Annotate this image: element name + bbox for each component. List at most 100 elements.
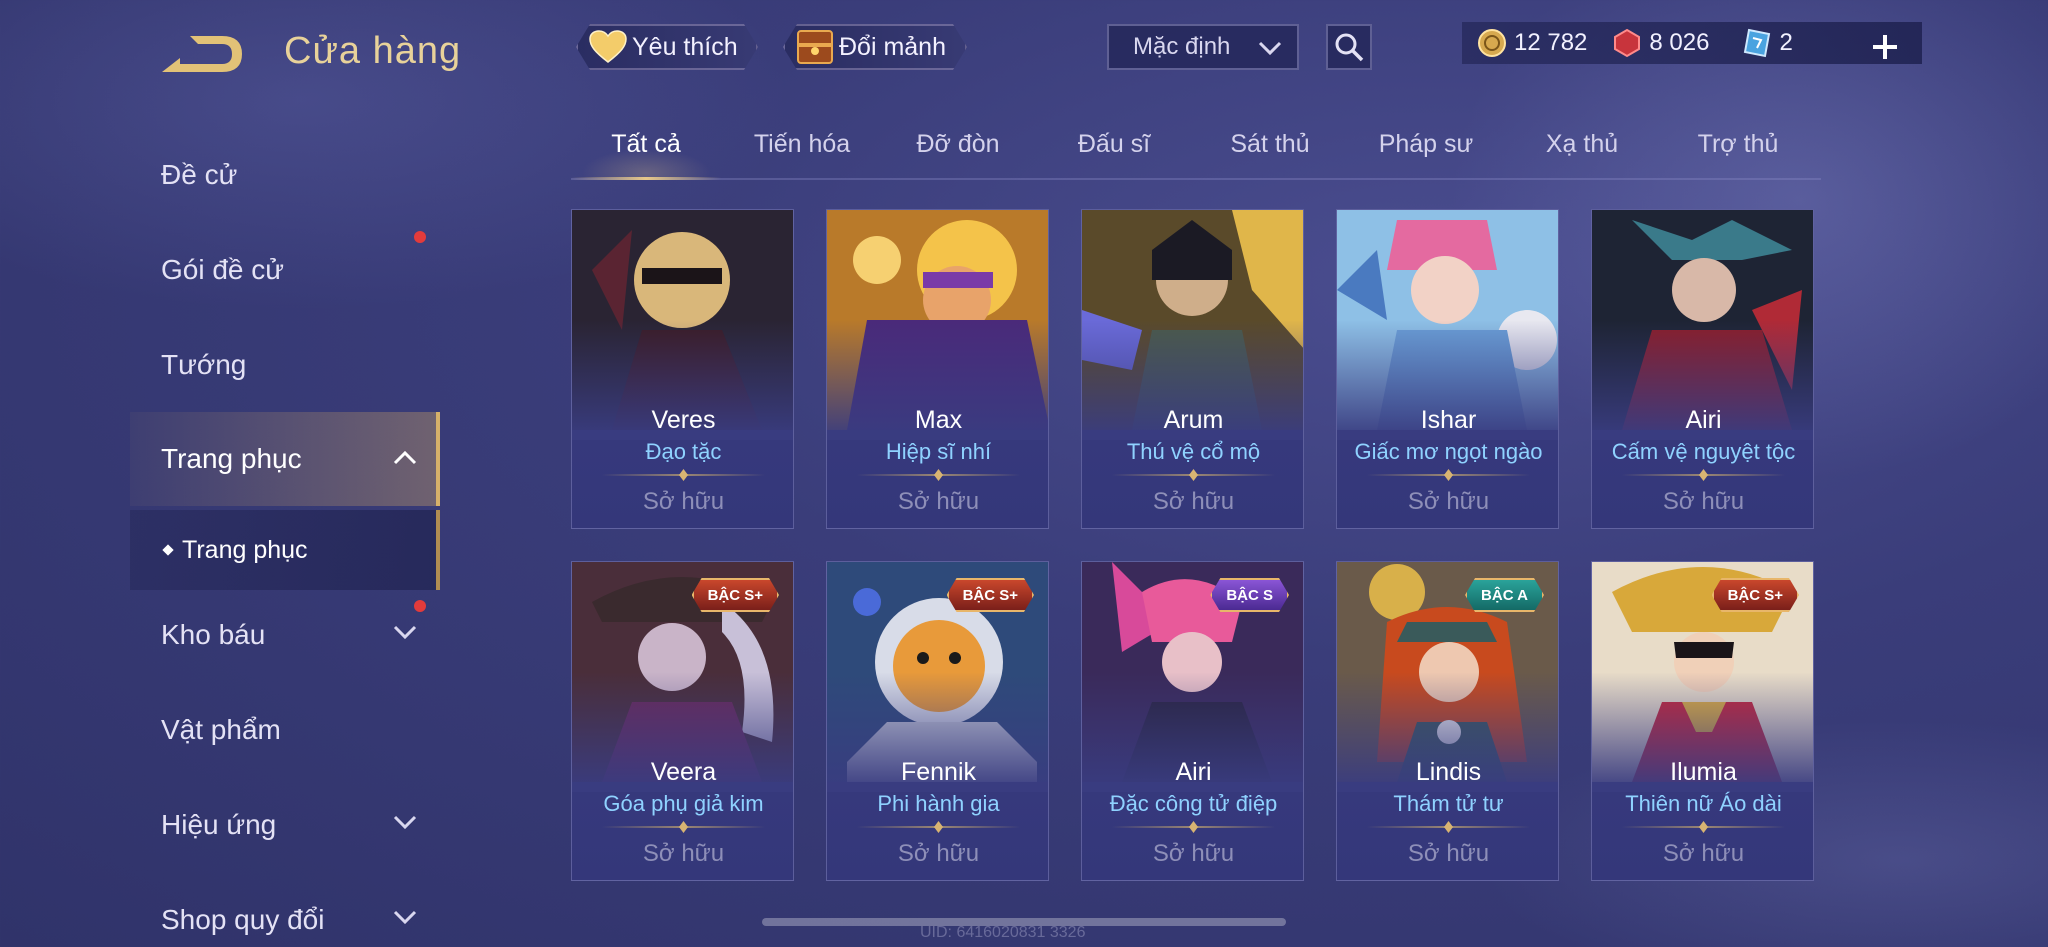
sidebar-item-label: Trang phục [161,443,302,474]
sidebar-subitem-label: Trang phục [182,535,308,564]
divider-gem [1444,821,1453,833]
sidebar-item-treasure[interactable]: Kho báu [0,600,440,670]
tier-badge: BẬC A [1465,578,1544,612]
owned-status: Sở hữu [1662,840,1745,867]
red-gem-currency: 8 026 [1611,27,1709,59]
notification-dot [414,600,426,612]
tab-fighter[interactable]: Đấu sĩ [1039,130,1189,159]
divider-gem [679,469,688,481]
skin-name: Góa phụ giả kim [603,791,764,816]
hero-name: Max [914,406,963,434]
tab-support[interactable]: Trợ thủ [1663,130,1813,159]
sidebar-item-featured-bundles[interactable]: Gói đề cử [0,231,440,305]
tab-marksman[interactable]: Xạ thủ [1507,130,1657,159]
hero-name: Ishar [1420,406,1477,434]
sidebar-item-label: Shop quy đổi [161,904,325,935]
skin-grid: Veres Đạo tặc Sở hữu Max Hiệp sĩ nhí Sở … [571,209,1821,947]
sidebar-item-label: Tướng [161,349,247,380]
currency-bar: 12 782 8 026 2 [1462,22,1922,64]
sidebar-item-effects[interactable]: Hiệu ứng [0,790,440,860]
skin-name: Đạo tặc [645,439,722,464]
search-button[interactable] [1326,24,1372,70]
owned-status: Sở hữu [1152,840,1235,867]
owned-status: Sở hữu [1407,840,1490,867]
skin-card[interactable]: Arum Thú vệ cổ mộ Sở hữu [1081,209,1304,529]
search-icon [1335,33,1364,62]
hero-name: Lindis [1415,758,1482,786]
add-currency-button[interactable] [1870,26,1900,71]
treasure-chest-icon [795,27,835,67]
gold-currency: 12 782 [1476,27,1587,59]
skin-card[interactable]: BẬC S+ Veera Góa phụ giả kim Sở hữu [571,561,794,881]
skin-card[interactable]: Max Hiệp sĩ nhí Sở hữu [826,209,1049,529]
home-indicator-bar[interactable] [762,918,1286,926]
hero-name: Veres [651,406,716,434]
page-title: Cửa hàng [284,30,462,72]
skin-name: Đặc công tử điệp [1109,791,1278,816]
divider-gem [934,821,943,833]
sidebar-item-featured[interactable]: Đề cử [0,140,440,210]
tab-tank[interactable]: Đỡ đòn [883,130,1033,159]
tab-label: Tất cả [611,130,681,158]
sidebar-item-items[interactable]: Vật phẩm [0,695,440,765]
sidebar: Đề cử Gói đề cử Tướng Trang phục Trang p… [0,140,440,947]
skin-name: Giấc mơ ngọt ngào [1354,439,1543,464]
sort-value: Mặc định [1133,33,1231,60]
hero-name: Airi [1685,406,1722,434]
owned-status: Sở hữu [1662,488,1745,515]
chevron-down-icon [393,625,417,640]
hero-name: Arum [1163,406,1224,434]
skin-card[interactable]: Ishar Giấc mơ ngọt ngào Sở hữu [1336,209,1559,529]
sidebar-item-exchange-shop[interactable]: Shop quy đổi [0,885,440,947]
skin-name: Hiệp sĩ nhí [885,439,992,464]
owned-status: Sở hữu [897,488,980,515]
tier-badge: BẬC S+ [692,578,779,612]
owned-status: Sở hữu [642,488,725,515]
role-tabs: Tất cả Tiến hóa Đỡ đòn Đấu sĩ Sát thủ Ph… [571,118,1821,180]
favorite-button[interactable]: Yêu thích [576,24,758,70]
skin-card[interactable]: Airi Cấm vệ nguyệt tộc Sở hữu [1591,209,1814,529]
divider-gem [1189,821,1198,833]
tab-mage[interactable]: Pháp sư [1351,130,1501,159]
red-gem-icon [1611,27,1643,59]
red-gem-amount: 8 026 [1649,29,1710,56]
owned-status: Sở hữu [897,840,980,867]
sort-dropdown[interactable]: Mặc định [1107,24,1299,70]
back-button[interactable] [160,28,248,80]
tier-badge: BẬC S+ [947,578,1034,612]
favorite-label: Yêu thích [632,32,738,61]
skin-name: Phi hành gia [877,791,1000,816]
tab-assassin[interactable]: Sát thủ [1195,130,1345,159]
back-arrow-icon [162,36,242,72]
tab-evolving[interactable]: Tiến hóa [727,130,877,159]
sidebar-item-label: Gói đề cử [161,254,285,285]
tab-all[interactable]: Tất cả [571,118,721,178]
hero-name: Ilumia [1670,758,1737,786]
tier-badge: BẬC S+ [1712,578,1799,612]
sidebar-subitem-skins[interactable]: Trang phục [130,510,440,590]
owned-status: Sở hữu [1152,488,1235,515]
divider-gem [1699,469,1708,481]
skin-card[interactable]: BẬC S+ Ilumia Thiên nữ Áo dài Sở hữu [1591,561,1814,881]
divider-gem [934,469,943,481]
sidebar-item-heroes[interactable]: Tướng [0,330,440,400]
divider-gem [1189,469,1198,481]
skin-card[interactable]: BẬC S+ Fennik Phi hành gia Sở hữu [826,561,1049,881]
skin-name: Thú vệ cổ mộ [1126,439,1261,464]
owned-status: Sở hữu [642,840,725,867]
heart-icon [588,27,628,67]
skin-card[interactable]: BẬC A Lindis Thám tử tư Sở hữu [1336,561,1559,881]
swap-fragments-label: Đổi mảnh [839,32,946,61]
skin-card[interactable]: Veres Đạo tặc Sở hữu [571,209,794,529]
sidebar-item-skins[interactable]: Trang phục [130,412,440,506]
swap-fragments-button[interactable]: Đổi mảnh [783,24,967,70]
ticket-amount: 2 [1779,29,1793,56]
skin-card[interactable]: BẬC S Airi Đặc công tử điệp Sở hữu [1081,561,1304,881]
owned-status: Sở hữu [1407,488,1490,515]
sidebar-item-label: Kho báu [161,619,266,650]
chevron-down-icon [393,815,417,830]
divider-gem [1699,821,1708,833]
hero-name: Airi [1175,758,1212,786]
divider-gem [1444,469,1453,481]
hero-name: Fennik [900,758,977,786]
